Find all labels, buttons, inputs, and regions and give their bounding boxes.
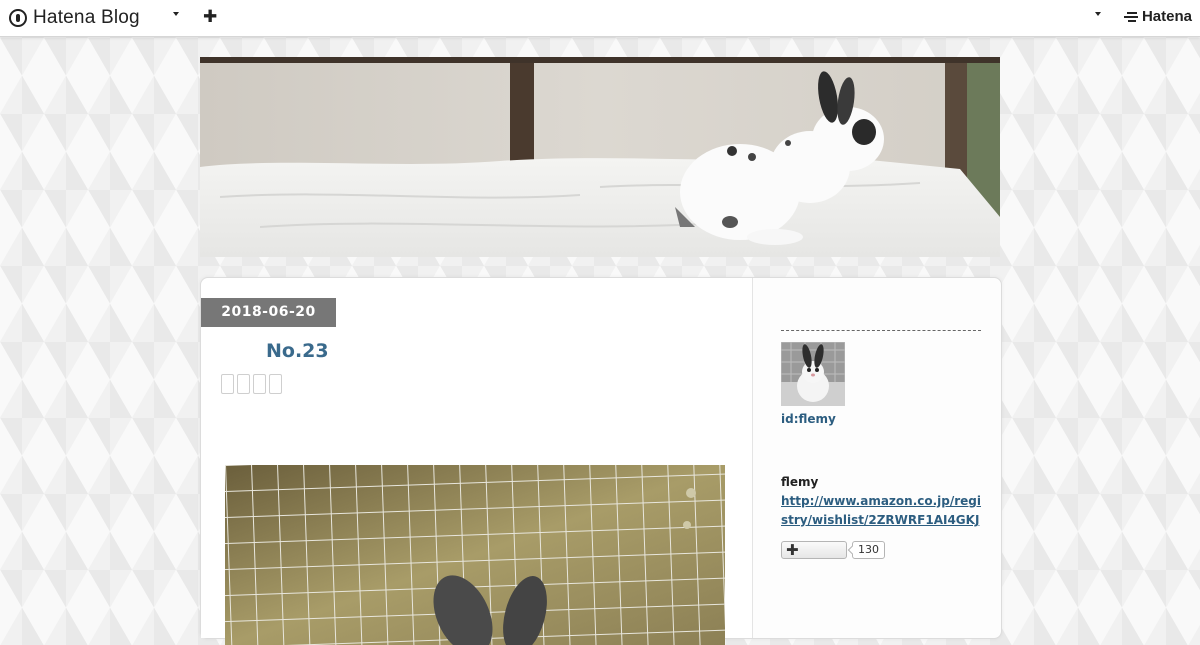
avatar[interactable] — [781, 342, 845, 406]
sidebar-divider — [781, 330, 981, 331]
follower-count[interactable]: 130 — [852, 541, 885, 559]
blog-content-container: 2018-06-20 No.23 id:flemy flemy http://w… — [200, 277, 1002, 645]
header-photo — [200, 57, 1000, 257]
entry-column: 2018-06-20 No.23 — [201, 278, 753, 645]
category-placeholder[interactable] — [221, 374, 234, 394]
profile-user-id[interactable]: id:flemy — [781, 412, 836, 426]
account-menu-chevron-down-icon[interactable] — [1095, 12, 1101, 16]
hatena-logo[interactable]: Hatena — [1123, 8, 1192, 25]
rabbit-cage-photo — [225, 465, 725, 645]
blog-menu-chevron-down-icon[interactable] — [173, 12, 179, 16]
avatar-rabbit-photo — [781, 342, 845, 406]
entry-title[interactable]: No.23 — [266, 340, 329, 362]
category-placeholder[interactable] — [237, 374, 250, 394]
profile-name: flemy — [781, 475, 819, 489]
hatena-blog-brand: Hatena Blog — [33, 7, 140, 28]
entry-photo[interactable] — [225, 465, 725, 645]
sidebar-profile: id:flemy flemy http://www.amazon.co.jp/r… — [781, 278, 981, 638]
blog-header-image[interactable] — [200, 57, 1000, 257]
hatena-icon — [1123, 11, 1138, 23]
category-placeholder[interactable] — [269, 374, 282, 394]
category-placeholder[interactable] — [253, 374, 266, 394]
hatena-blog-logo-icon — [9, 9, 27, 27]
entry-categories — [221, 374, 282, 394]
plus-icon: ✚ — [786, 541, 799, 559]
hatena-brand: Hatena — [1141, 8, 1192, 25]
follow-button[interactable]: ✚ — [781, 541, 847, 559]
global-header: Hatena Blog ✚ Hatena — [0, 0, 1200, 37]
profile-link[interactable]: http://www.amazon.co.jp/registry/wishlis… — [781, 492, 981, 530]
add-entry-plus-icon[interactable]: ✚ — [203, 6, 217, 28]
entry-date[interactable]: 2018-06-20 — [201, 298, 336, 327]
hatena-blog-logo[interactable]: Hatena Blog — [9, 7, 140, 29]
